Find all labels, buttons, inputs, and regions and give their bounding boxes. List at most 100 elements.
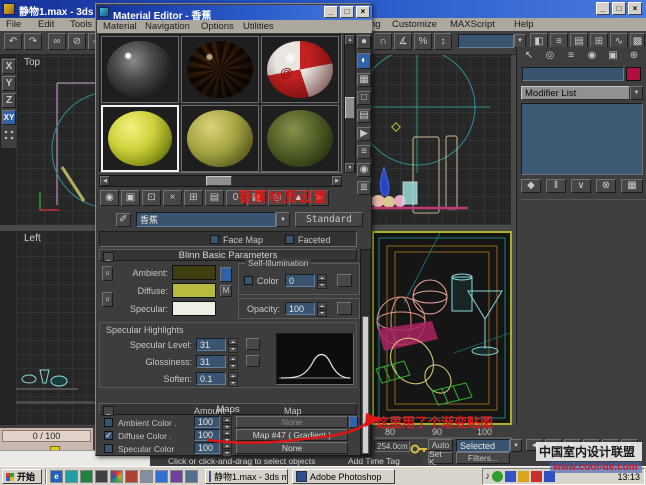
quicklaunch-icon-4[interactable] (95, 470, 108, 483)
get-material-button[interactable]: ◉ (100, 190, 119, 206)
sample-slot-4-selected[interactable] (101, 105, 179, 172)
tab-motion[interactable]: ◉ (582, 49, 602, 62)
make-unique-button[interactable]: ∨ (571, 179, 591, 193)
soften-field[interactable]: 0.1 (196, 372, 226, 385)
maps-collapse-icon[interactable]: _ (103, 406, 114, 416)
start-button[interactable]: 开始 (2, 469, 42, 484)
specular-map-checkbox[interactable] (104, 444, 113, 453)
add-time-tag[interactable]: Add Time Tag (348, 456, 400, 466)
tab-utilities[interactable]: ⊕ (624, 49, 644, 62)
diffuse-map-checkbox[interactable]: ✓ (104, 431, 113, 440)
modifier-list-arrow[interactable]: ▼ (630, 86, 643, 100)
selection-filter-arrow[interactable]: ▼ (510, 439, 522, 452)
restore-button[interactable]: □ (612, 2, 626, 15)
me-minimize-button[interactable]: _ (324, 6, 338, 18)
tab-display[interactable]: ▣ (603, 49, 623, 62)
opacity-spinner[interactable] (317, 302, 327, 317)
remove-modifier-button[interactable]: ⊗ (596, 179, 616, 193)
material-map-navigator-button[interactable]: ≣ (357, 181, 371, 195)
sample-vscrollbar[interactable]: ▲ ▼ (344, 34, 356, 173)
self-illum-spinner[interactable] (317, 274, 327, 289)
video-color-check-button[interactable]: ▤ (357, 109, 371, 123)
named-selection-arrow[interactable]: ▼ (514, 34, 526, 48)
maps-rollout-header[interactable]: _ Maps (99, 403, 357, 415)
close-button[interactable]: × (628, 2, 642, 15)
put-to-scene-button[interactable]: ▣ (121, 190, 140, 206)
opacity-map-button[interactable] (337, 302, 352, 315)
self-illum-map-button[interactable] (337, 274, 352, 287)
maps-side-button[interactable] (349, 416, 358, 428)
diffuse-specular-lock-left[interactable]: ∪ (102, 292, 113, 307)
reset-map-button[interactable]: × (163, 190, 182, 206)
named-selection-dropdown[interactable] (458, 34, 514, 48)
redo-button[interactable]: ↷ (24, 33, 42, 50)
sample-vscroll-thumb[interactable] (345, 97, 355, 119)
material-name-field[interactable]: 香蕉 (136, 212, 276, 227)
volume-icon[interactable]: ♪ (485, 471, 490, 482)
minimize-button[interactable]: _ (596, 2, 610, 15)
set-key-button[interactable]: Set K. (428, 452, 453, 464)
tab-create[interactable]: ↖ (519, 49, 539, 62)
rollout-vscrollbar[interactable] (360, 249, 371, 455)
self-illum-value-field[interactable]: 0 (285, 274, 315, 287)
task-button-photoshop[interactable]: Adobe Photoshop (292, 469, 395, 484)
self-illum-color-checkbox[interactable] (244, 276, 253, 285)
me-menu-options[interactable]: Options (201, 21, 234, 32)
tray-network-icon[interactable] (492, 471, 503, 482)
viewport-top-right[interactable] (372, 55, 512, 225)
specular-amount-spinner[interactable] (222, 442, 232, 457)
background-button[interactable]: ▦ (357, 73, 371, 87)
sample-slot-5[interactable] (181, 105, 259, 172)
tray-icon-3[interactable] (505, 471, 516, 482)
ambient-diffuse-lock-left[interactable]: ∪ (102, 266, 113, 281)
sample-scroll-down[interactable]: ▼ (345, 163, 355, 173)
quicklaunch-icon-2[interactable] (65, 470, 78, 483)
menu-file[interactable]: File (6, 19, 21, 30)
me-options-button[interactable]: ≡ (357, 145, 371, 159)
material-type-button[interactable]: Standard (295, 212, 363, 227)
axis-z-button[interactable]: Z (2, 93, 16, 108)
task-button-3dsmax[interactable]: 静物1.max - 3ds m... (205, 469, 288, 484)
spinner-snap-button[interactable]: ↕ (434, 33, 452, 50)
snap-grid-icon[interactable] (4, 130, 14, 140)
ambient-amount-field[interactable]: 100 (194, 416, 220, 428)
sample-slot-3[interactable]: @ (261, 36, 339, 103)
material-name-arrow[interactable]: ▼ (276, 212, 290, 227)
modifier-stack-list[interactable] (521, 103, 643, 175)
sample-scroll-up[interactable]: ▲ (345, 35, 355, 45)
sample-scroll-right[interactable]: ▶ (332, 176, 342, 186)
object-color-swatch[interactable] (626, 67, 641, 81)
quicklaunch-icon-9[interactable] (170, 470, 183, 483)
snap-toggle-button[interactable]: ∩ (374, 33, 392, 50)
specular-map-button[interactable]: None (236, 442, 348, 454)
quicklaunch-icon-5[interactable] (110, 470, 123, 483)
collapse-icon[interactable]: _ (103, 252, 114, 262)
specular-level-field[interactable]: 31 (196, 338, 226, 351)
tab-hierarchy[interactable]: ≡ (561, 49, 581, 62)
viewport-left[interactable] (16, 231, 95, 425)
quicklaunch-icon-ie[interactable]: e (50, 470, 63, 483)
sample-type-button[interactable]: ● (357, 35, 371, 49)
time-slider[interactable]: 0 / 100 (2, 430, 91, 442)
faceted-checkbox[interactable] (285, 235, 294, 244)
select-by-material-button[interactable]: ◉ (357, 163, 371, 177)
backlight-button[interactable]: ◐ (357, 53, 371, 69)
show-end-result-button[interactable]: ‖ (546, 179, 566, 193)
glossiness-field[interactable]: 31 (196, 355, 226, 368)
axis-xy-button[interactable]: XY (2, 110, 16, 125)
diffuse-amount-field[interactable]: 100 (194, 429, 220, 441)
opacity-value-field[interactable]: 100 (285, 302, 315, 315)
quicklaunch-icon-8[interactable] (155, 470, 168, 483)
tray-icon-4[interactable] (518, 471, 529, 482)
me-menu-utilities[interactable]: Utilities (243, 21, 274, 32)
glossiness-spinner[interactable] (228, 355, 238, 370)
specular-level-spinner[interactable] (228, 338, 238, 353)
quicklaunch-icon-10[interactable] (185, 470, 198, 483)
unlink-button[interactable]: ⊘ (68, 33, 86, 50)
percent-snap-button[interactable]: % (414, 33, 432, 50)
face-map-checkbox[interactable] (210, 235, 219, 244)
object-name-field[interactable] (522, 67, 624, 81)
sample-hscroll-thumb[interactable] (206, 176, 232, 186)
link-button[interactable]: ∞ (48, 33, 66, 50)
menu-help[interactable]: Help (514, 19, 534, 30)
